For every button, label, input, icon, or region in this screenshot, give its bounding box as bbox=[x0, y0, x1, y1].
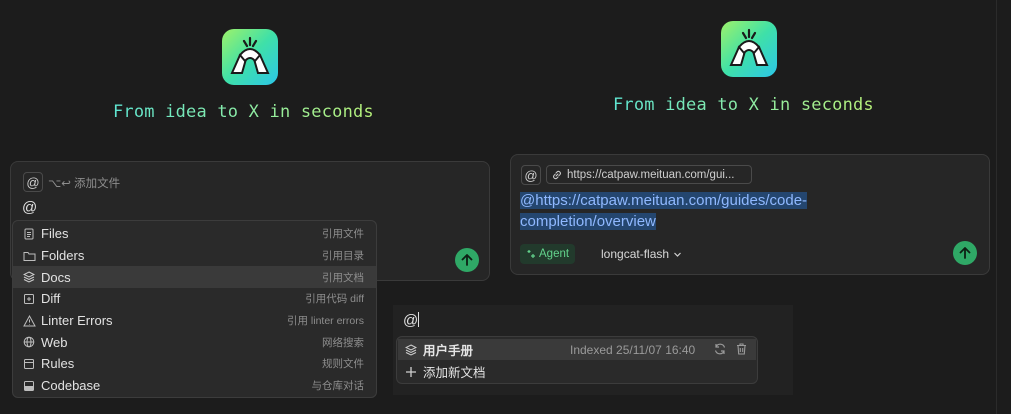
catpaw-logo bbox=[222, 29, 278, 85]
model-selector[interactable]: longcat-flash bbox=[601, 247, 682, 261]
menu-item-folders[interactable]: Folders 引用目录 bbox=[13, 245, 376, 267]
doc-name: 用户手册 bbox=[423, 344, 474, 358]
file-icon bbox=[22, 227, 36, 241]
add-doc-label: 添加新文档 bbox=[423, 366, 486, 380]
menu-item-hint: 引用代码 diff bbox=[305, 293, 364, 306]
menu-item-label: Files bbox=[41, 226, 69, 242]
rules-icon bbox=[22, 357, 36, 371]
menu-item-label: Rules bbox=[41, 356, 75, 372]
menu-item-label: Folders bbox=[41, 248, 85, 264]
chevron-down-icon bbox=[674, 252, 681, 257]
text-cursor bbox=[418, 312, 420, 327]
globe-icon bbox=[22, 335, 36, 349]
menu-item-diff[interactable]: Diff 引用代码 diff bbox=[13, 288, 376, 310]
mention-button[interactable]: @ bbox=[521, 165, 541, 185]
chat-input[interactable]: @ bbox=[22, 199, 37, 216]
layers-icon bbox=[22, 270, 36, 284]
menu-item-codebase[interactable]: Codebase 与仓库对话 bbox=[13, 375, 376, 397]
menu-item-label: Codebase bbox=[41, 378, 101, 394]
agent-mode-badge[interactable]: Agent bbox=[520, 244, 576, 264]
menu-item-linter-errors[interactable]: Linter Errors 引用 linter errors bbox=[13, 310, 376, 332]
menu-item-files[interactable]: Files 引用文件 bbox=[13, 223, 376, 245]
tagline: From idea to X in seconds bbox=[613, 95, 874, 115]
menu-item-hint: 引用目录 bbox=[322, 250, 364, 263]
tagline: From idea to X in seconds bbox=[113, 102, 374, 122]
docs-input-value: @ bbox=[403, 312, 419, 329]
menu-item-hint: 规则文件 bbox=[322, 358, 364, 371]
arrow-up-icon bbox=[461, 254, 473, 266]
docs-input[interactable]: @ bbox=[403, 312, 420, 329]
window-divider bbox=[996, 0, 997, 414]
mention-menu: Files 引用文件 Folders 引用目录 Docs 引用文档 Diff 引… bbox=[12, 220, 377, 398]
menu-item-docs[interactable]: Docs 引用文档 bbox=[13, 266, 376, 289]
arrow-up-icon bbox=[959, 247, 971, 259]
refresh-icon[interactable] bbox=[713, 342, 727, 359]
trash-icon[interactable] bbox=[735, 342, 748, 359]
menu-item-hint: 引用文件 bbox=[322, 228, 364, 241]
agent-icon bbox=[527, 250, 535, 258]
agent-label: Agent bbox=[539, 248, 570, 260]
layers-icon bbox=[405, 343, 417, 356]
menu-item-hint: 引用文档 bbox=[322, 271, 364, 284]
send-button[interactable] bbox=[953, 241, 977, 265]
folder-icon bbox=[22, 249, 36, 263]
add-file-hint: ⌥↩ 添加文件 bbox=[48, 178, 121, 190]
menu-item-label: Web bbox=[41, 334, 68, 350]
add-doc-button[interactable]: 添加新文档 bbox=[398, 361, 756, 382]
send-button[interactable] bbox=[455, 248, 479, 272]
link-icon bbox=[553, 170, 561, 179]
menu-item-web[interactable]: Web 网络搜索 bbox=[13, 331, 376, 353]
menu-item-label: Docs bbox=[41, 269, 71, 285]
link-chip-label: https://catpaw.meituan.com/gui... bbox=[567, 168, 735, 181]
mention-button[interactable]: @ bbox=[23, 172, 43, 192]
docs-menu: 用户手册 Indexed 25/11/07 16:40 添加新文档 bbox=[396, 336, 758, 384]
codebase-icon bbox=[22, 379, 36, 393]
warning-icon bbox=[22, 314, 36, 328]
menu-item-hint: 引用 linter errors bbox=[286, 315, 364, 328]
menu-item-hint: 网络搜索 bbox=[322, 336, 364, 349]
menu-item-rules[interactable]: Rules 规则文件 bbox=[13, 353, 376, 375]
link-context-chip[interactable]: https://catpaw.meituan.com/gui... bbox=[546, 165, 752, 184]
doc-indexed-time: Indexed 25/11/07 16:40 bbox=[570, 342, 696, 357]
url-line: @https://catpaw.meituan.com/guides/code- bbox=[520, 192, 808, 209]
menu-item-label: Diff bbox=[41, 291, 61, 307]
menu-item-hint: 与仓库对话 bbox=[311, 380, 365, 393]
doc-item[interactable]: 用户手册 Indexed 25/11/07 16:40 bbox=[398, 339, 756, 360]
mention-url-text[interactable]: @https://catpaw.meituan.com/guides/code-… bbox=[520, 190, 850, 232]
url-line: completion/overview bbox=[520, 213, 656, 230]
diff-icon bbox=[22, 292, 36, 306]
catpaw-logo bbox=[721, 21, 777, 77]
plus-icon bbox=[406, 366, 416, 377]
model-label: longcat-flash bbox=[601, 247, 670, 261]
menu-item-label: Linter Errors bbox=[41, 313, 113, 329]
